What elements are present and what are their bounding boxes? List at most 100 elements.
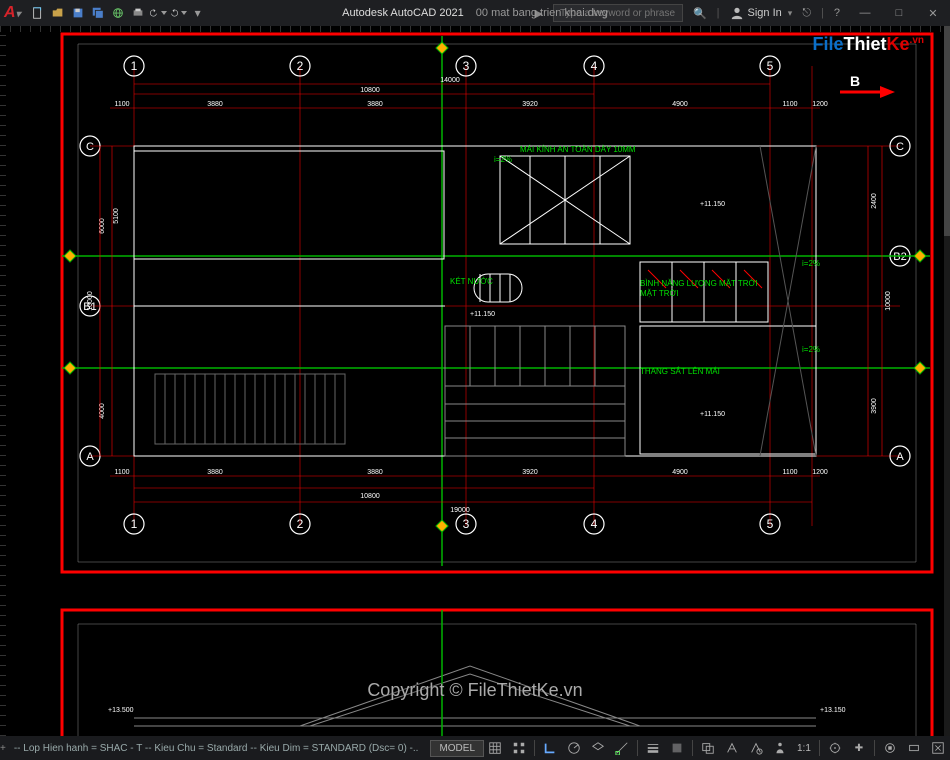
osnap-icon[interactable]: [611, 738, 633, 758]
workspace-icon[interactable]: [824, 738, 846, 758]
svg-text:1100: 1100: [114, 101, 129, 108]
scrollbar-thumb[interactable]: [944, 26, 950, 236]
polar-icon[interactable]: [563, 738, 585, 758]
snap-icon[interactable]: [508, 738, 530, 758]
svg-text:3920: 3920: [522, 101, 538, 108]
svg-text:4: 4: [591, 59, 598, 73]
svg-text:10000: 10000: [87, 291, 94, 311]
svg-text:1100: 1100: [114, 469, 129, 476]
svg-text:3: 3: [463, 59, 470, 73]
close-button[interactable]: ✕: [916, 0, 950, 26]
help-icon[interactable]: ?: [834, 7, 840, 19]
svg-text:4: 4: [591, 517, 598, 531]
svg-text:+13.150: +13.150: [820, 707, 846, 714]
svg-text:3: 3: [463, 517, 470, 531]
scrollbar-vertical[interactable]: [944, 26, 950, 736]
redo-icon[interactable]: [169, 4, 187, 22]
ortho-icon[interactable]: [539, 738, 561, 758]
svg-text:1: 1: [131, 517, 138, 531]
svg-text:THANG SẮT LÊN MÁI: THANG SẮT LÊN MÁI: [640, 367, 720, 376]
clean-screen-icon[interactable]: [927, 738, 949, 758]
svg-text:C: C: [896, 141, 904, 153]
svg-text:i=2%: i=2%: [802, 259, 820, 268]
drawing-canvas[interactable]: 1 2 3 4 5 1 2 3 4 5 C B1 A C B2 A: [0, 26, 944, 736]
signin-button[interactable]: Sign In▾: [730, 6, 793, 20]
annotation-monitor-icon[interactable]: ✚: [848, 738, 870, 758]
svg-text:3880: 3880: [367, 101, 383, 108]
svg-text:19000: 19000: [450, 507, 470, 514]
file-name: 00 mat bang trien khai.dwg: [476, 7, 608, 19]
svg-text:C: C: [86, 141, 94, 153]
grid-icon[interactable]: [484, 738, 506, 758]
svg-text:2: 2: [297, 59, 304, 73]
lineweight-icon[interactable]: [642, 738, 664, 758]
svg-text:i=2%: i=2%: [802, 345, 820, 354]
svg-text:2400: 2400: [871, 193, 878, 209]
command-line[interactable]: -- Lop Hien hanh = SHAC - T -- Kieu Chu …: [6, 743, 427, 754]
svg-text:1100: 1100: [782, 469, 797, 476]
isolate-icon[interactable]: [879, 738, 901, 758]
isodraft-icon[interactable]: [587, 738, 609, 758]
svg-text:1200: 1200: [812, 469, 828, 476]
titlebar: A▾ ▾ Autodesk AutoCAD 2021 00 mat bang t…: [0, 0, 950, 26]
svg-text:B: B: [850, 73, 860, 89]
svg-text:5100: 5100: [113, 208, 120, 224]
drawing: 1 2 3 4 5 1 2 3 4 5 C B1 A C B2 A: [0, 26, 944, 736]
new-icon[interactable]: [29, 4, 47, 22]
svg-text:10800: 10800: [360, 493, 380, 500]
svg-text:10000: 10000: [885, 291, 892, 311]
selection-cycling-icon[interactable]: [697, 738, 719, 758]
open-icon[interactable]: [49, 4, 67, 22]
svg-text:BÌNH NĂNG LƯỢNG MẶT TRỜI: BÌNH NĂNG LƯỢNG MẶT TRỜI: [640, 279, 758, 288]
app-name: Autodesk AutoCAD 2021: [342, 7, 464, 19]
svg-text:3900: 3900: [871, 398, 878, 414]
svg-text:1: 1: [131, 59, 138, 73]
watermark-logo: FileThietKe.vn: [813, 34, 924, 55]
minimize-button[interactable]: —: [848, 0, 882, 26]
svg-text:MÁI KÍNH AN TOÀN DÀY 10MM: MÁI KÍNH AN TOÀN DÀY 10MM: [520, 145, 636, 154]
svg-text:5: 5: [767, 59, 774, 73]
svg-text:3880: 3880: [367, 469, 383, 476]
svg-text:4900: 4900: [672, 469, 688, 476]
maximize-button[interactable]: □: [882, 0, 916, 26]
human-icon[interactable]: [769, 738, 791, 758]
svg-text:1200: 1200: [812, 101, 828, 108]
web-icon[interactable]: [109, 4, 127, 22]
svg-text:+11.150: +11.150: [700, 411, 725, 418]
saveas-icon[interactable]: [89, 4, 107, 22]
svg-text:i=2%: i=2%: [494, 155, 512, 164]
hardware-accel-icon[interactable]: [903, 738, 925, 758]
svg-text:B2: B2: [893, 251, 906, 263]
svg-text:4900: 4900: [672, 101, 688, 108]
svg-text:3880: 3880: [207, 101, 223, 108]
plot-icon[interactable]: [129, 4, 147, 22]
svg-text:10800: 10800: [360, 87, 380, 94]
svg-text:+13.500: +13.500: [108, 707, 134, 714]
save-icon[interactable]: [69, 4, 87, 22]
help-search-icon[interactable]: 🔍: [693, 7, 707, 20]
svg-text:+11.150: +11.150: [700, 201, 725, 208]
svg-text:2: 2: [297, 517, 304, 531]
svg-text:KÉT NƯỚC: KÉT NƯỚC: [450, 277, 493, 286]
svg-text:14000: 14000: [440, 77, 460, 84]
qat-overflow-icon[interactable]: ▾: [189, 4, 207, 22]
svg-text:MẶT TRỜI: MẶT TRỜI: [640, 289, 679, 298]
app-logo-icon[interactable]: A▾: [4, 4, 21, 22]
svg-text:3880: 3880: [207, 469, 223, 476]
svg-text:A: A: [86, 451, 94, 463]
svg-text:1100: 1100: [782, 101, 797, 108]
svg-text:3920: 3920: [522, 469, 538, 476]
svg-text:5: 5: [767, 517, 774, 531]
annotation-scale-icon[interactable]: [745, 738, 767, 758]
exchange-icon[interactable]: ⎋: [802, 7, 811, 20]
undo-icon[interactable]: [149, 4, 167, 22]
annotation-icon[interactable]: [721, 738, 743, 758]
status-toolbar: 1:1 ✚ ≡: [484, 738, 950, 758]
annotation-scale-value[interactable]: 1:1: [793, 743, 815, 754]
statusbar: + -- Lop Hien hanh = SHAC - T -- Kieu Ch…: [0, 736, 950, 760]
window-controls: — □ ✕: [848, 0, 950, 26]
svg-text:+11.150: +11.150: [470, 311, 495, 318]
transparency-icon[interactable]: [666, 738, 688, 758]
svg-text:A: A: [896, 451, 904, 463]
model-space-button[interactable]: MODEL: [430, 740, 484, 757]
